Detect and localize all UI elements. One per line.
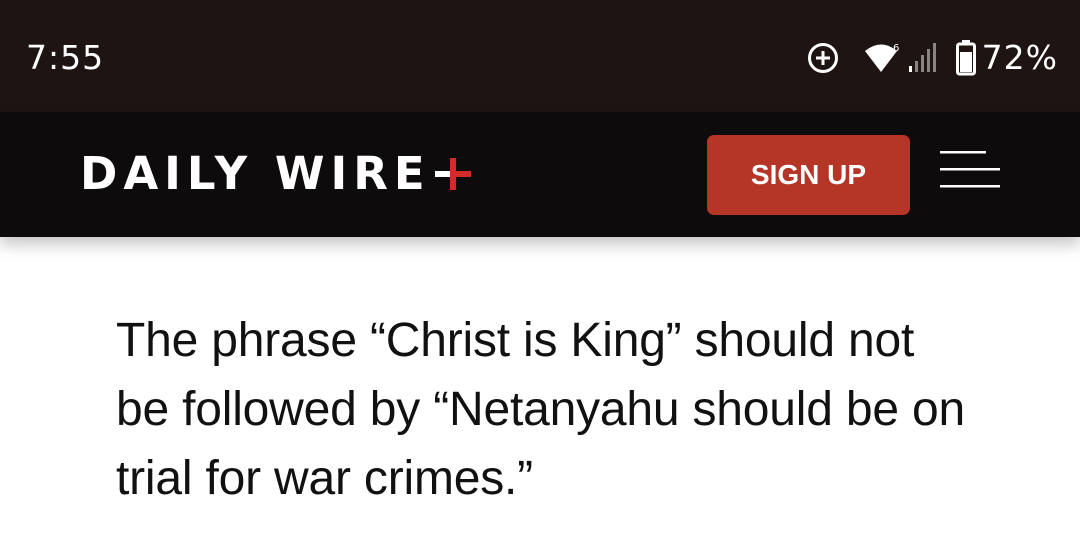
status-time: 7:55 <box>26 38 105 77</box>
svg-text:6: 6 <box>893 43 899 54</box>
article-text: The phrase “Christ is King” should not b… <box>116 314 965 505</box>
status-bar: 7:55 6 72% <box>0 0 1080 112</box>
site-logo[interactable]: DAILY WIRE <box>80 148 473 200</box>
battery-icon <box>955 40 976 76</box>
wifi-icon: 6 <box>864 41 904 75</box>
status-icons: 6 72% <box>806 36 1058 80</box>
logo-text: DAILY WIRE <box>80 147 431 200</box>
data-saver-icon <box>806 41 840 75</box>
logo-plus-icon <box>434 158 471 190</box>
sign-up-button[interactable]: SIGN UP <box>707 135 910 215</box>
hamburger-menu-icon[interactable] <box>938 148 1002 192</box>
signal-icon <box>906 41 940 75</box>
battery-percent: 72% <box>981 38 1058 77</box>
